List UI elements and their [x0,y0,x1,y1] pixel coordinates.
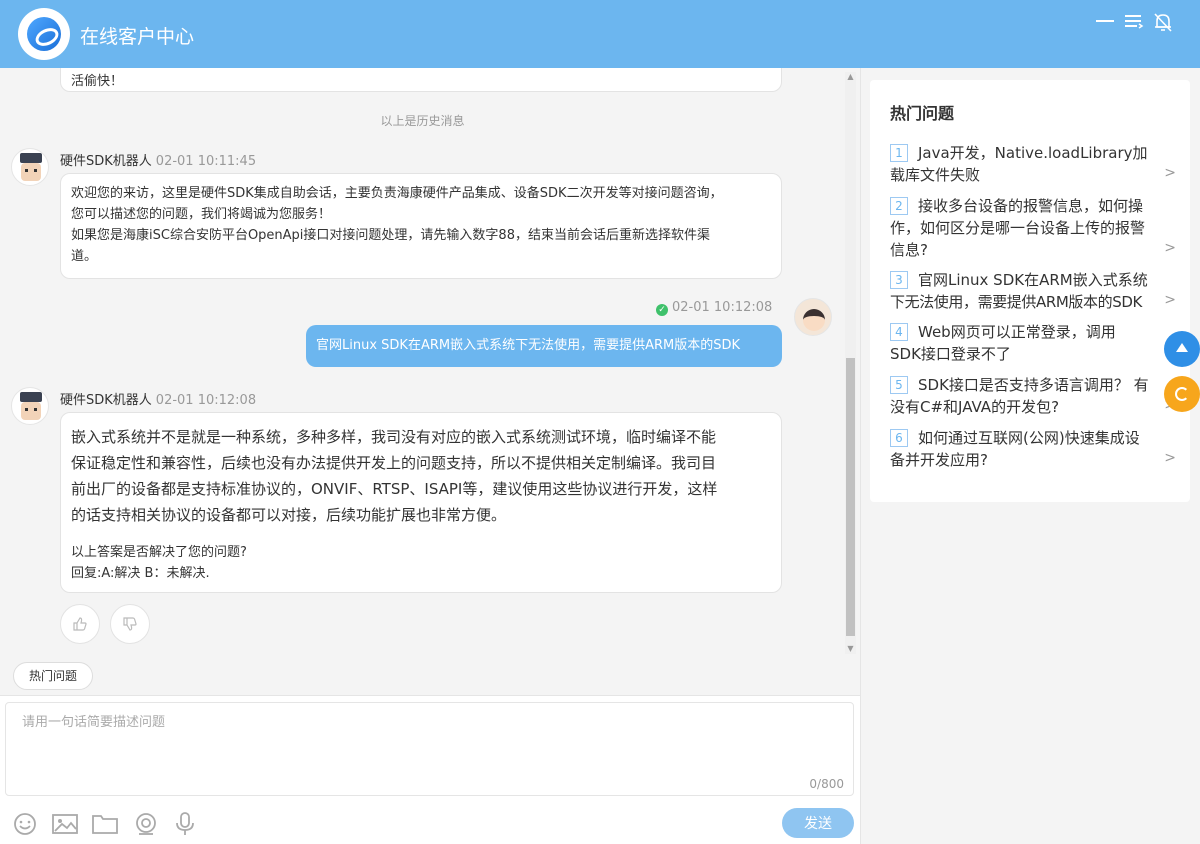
user-message-meta: ✓ 02-01 10:12:08 [656,300,772,316]
question-text: SDK接口登录不了 [890,345,1011,363]
robot-avatar [11,387,49,425]
message-bubble-welcome: 欢迎您的来访，这里是硬件SDK集成自助会话，主要负责海康硬件产品集成、设备SDK… [60,173,782,279]
message-line: 道。 [71,249,98,264]
answer-reply-options: 回复:A:解决 B：未解决. [71,566,210,581]
hot-questions-tab[interactable]: 热门问题 [13,662,93,690]
thumbs-up-icon [73,617,87,631]
hot-questions-title: 热门问题 [890,104,955,123]
question-number: 5 [890,376,908,394]
hot-question-item[interactable]: 3 官网Linux SDK在ARM嵌入式系统 下无法使用，需要提供ARM版本的SD… [890,269,1176,313]
scroll-up-arrow-icon[interactable]: ▲ [845,72,856,82]
message-line: 您可以描述您的问题，我们将竭诚为您服务！ [71,207,332,222]
input-area: 0/800 [0,695,860,844]
question-number: 2 [890,197,908,215]
question-text: 载库文件失败 [890,166,981,184]
message-time: 02-01 10:12:08 [155,393,257,408]
question-text: 备并开发应用? [890,451,988,469]
thumbs-down-icon [123,617,137,631]
question-text: 信息? [890,241,928,259]
robot-avatar [11,148,49,186]
question-text: 如何通过互联网(公网)快速集成设 [918,429,1140,447]
message-input[interactable] [5,702,854,796]
history-tip: 以上是历史消息 [380,114,465,128]
chevron-right-icon: > [1164,165,1176,181]
answer-line: 的话支持相关协议的设备都可以对接，后续功能扩展也非常方便。 [71,506,507,524]
scroll-top-button[interactable] [1164,331,1200,367]
question-text: Java开发，Native.loadLibrary加 [918,144,1148,162]
message-text: 活偷快！ [71,74,124,89]
hot-question-item[interactable]: 6 如何通过互联网(公网)快速集成设 备并开发应用? > [890,427,1176,471]
like-button[interactable] [60,604,100,644]
hot-questions-card: 热门问题 1 Java开发，Native.loadLibrary加 载库文件失败 … [870,80,1190,502]
image-icon[interactable] [52,812,78,836]
chevron-right-icon: > [1164,292,1176,308]
sent-check-icon: ✓ [656,304,668,316]
chevron-right-icon: > [1164,240,1176,256]
question-text: 作，如何区分是哪一台设备上传的报警 [890,219,1146,237]
message-bubble-user: 官网Linux SDK在ARM嵌入式系统下无法使用，需要提供ARM版本的SDK [306,325,782,367]
hot-question-item[interactable]: 5SDK接口是否支持多语言调用？ 有 没有C#和JAVA的开发包? > [890,374,1176,418]
hot-question-item[interactable]: 4Web网页可以正常登录，调用 SDK接口登录不了 > [890,321,1176,365]
robot-face [21,402,41,420]
chevron-right-icon: > [1164,450,1176,466]
question-text: 下无法使用，需要提供ARM版本的SDK [890,293,1142,311]
question-number: 3 [890,271,908,289]
chat-area[interactable]: 活偷快！ 以上是历史消息 硬件SDK机器人 02-01 10:11:45 欢迎您的… [0,68,858,658]
answer-question: 以上答案是否解决了您的问题? [71,545,247,560]
robot-hat [20,153,42,163]
answer-line: 嵌入式系统并不是就是一种系统，多种多样，我司没有对应的嵌入式系统测试环境，临时编… [71,428,717,446]
hot-question-item[interactable]: 1 Java开发，Native.loadLibrary加 载库文件失败 > [890,142,1176,186]
user-avatar [794,298,832,336]
user-face [803,309,825,331]
robot-eyes [25,169,37,172]
menu-icon[interactable] [1123,12,1145,34]
minimize-icon[interactable] [1094,12,1116,34]
message-bubble-answer: 嵌入式系统并不是就是一种系统，多种多样，我司没有对应的嵌入式系统测试环境，临时编… [60,412,782,593]
question-number: 6 [890,429,908,447]
question-text: SDK接口是否支持多语言调用？ 有 [918,376,1149,394]
message-bubble-previous: 活偷快！ [60,68,782,92]
logo [18,8,70,60]
header: 在线客户中心 [0,0,1200,68]
robot-hat [20,392,42,402]
refresh-button[interactable] [1164,376,1200,412]
question-number: 4 [890,323,908,341]
question-text: 官网Linux SDK在ARM嵌入式系统 [918,271,1148,289]
page-title: 在线客户中心 [80,26,195,48]
emoji-icon[interactable] [12,812,38,836]
message-sender: 硬件SDK机器人 02-01 10:12:08 [60,389,256,408]
question-text: 没有C#和JAVA的开发包? [890,398,1060,416]
robot-face [21,163,41,181]
question-text: 接收多台设备的报警信息，如何操 [918,197,1144,215]
microphone-icon[interactable] [172,812,198,836]
scroll-thumb[interactable] [846,358,855,636]
camera-icon[interactable] [133,812,159,836]
robot-eyes [25,408,37,411]
sender-name: 硬件SDK机器人 [60,154,152,169]
sender-name: 硬件SDK机器人 [60,393,152,408]
answer-line: 前出厂的设备都是支持标准协议的，ONVIF、RTSP、ISAPI等，建议使用这些… [71,480,718,498]
hot-question-item[interactable]: 2 接收多台设备的报警信息，如何操 作，如何区分是哪一台设备上传的报警 信息? > [890,195,1176,261]
question-number: 1 [890,144,908,162]
send-button[interactable]: 发送 [782,808,854,838]
char-counter: 0/800 [809,777,844,791]
folder-icon[interactable] [92,812,118,836]
question-text: Web网页可以正常登录，调用 [918,323,1116,341]
chat-scrollbar[interactable]: ▲ ▼ [845,72,856,654]
answer-line: 保证稳定性和兼容性，后续也没有办法提供开发上的问题支持，所以不提供相关定制编译。… [71,454,717,472]
scroll-down-arrow-icon[interactable]: ▼ [845,644,856,654]
message-sender: 硬件SDK机器人 02-01 10:11:45 [60,150,256,169]
logo-icon [27,17,61,51]
message-time: 02-01 10:12:08 [672,300,773,315]
message-line: 欢迎您的来访，这里是硬件SDK集成自助会话，主要负责海康硬件产品集成、设备SDK… [71,186,723,201]
message-time: 02-01 10:11:45 [155,154,257,169]
bell-off-icon[interactable] [1152,12,1174,34]
dislike-button[interactable] [110,604,150,644]
message-line: 如果您是海康iSC综合安防平台OpenApi接口对接问题处理，请先输入数字88，… [71,228,710,243]
